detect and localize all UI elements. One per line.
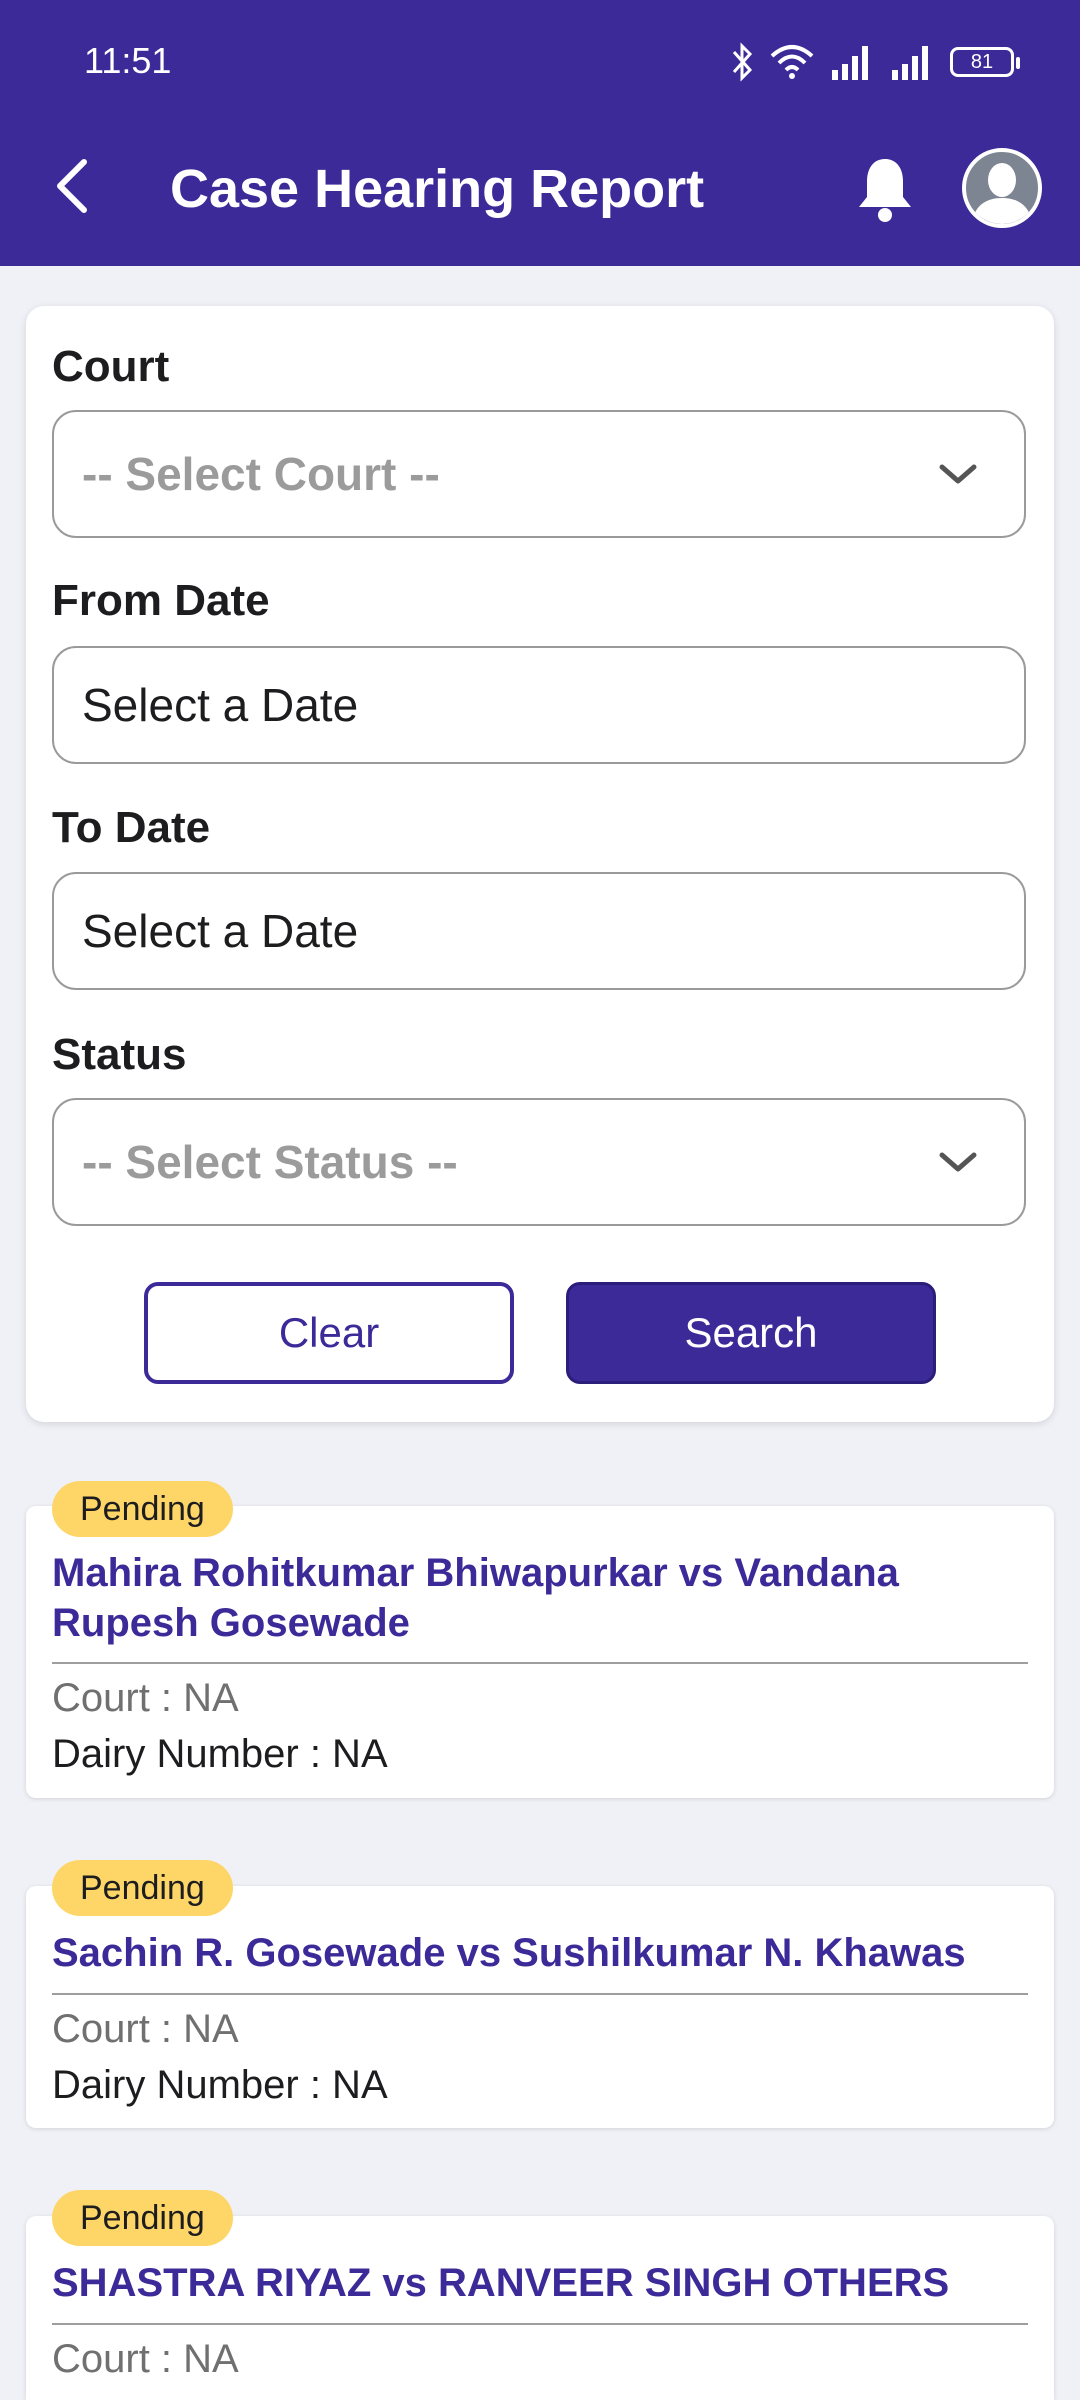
case-court: Court : NA [52,2007,239,2051]
wifi-icon [770,45,814,79]
bell-icon [859,159,911,222]
to-date-label: To Date [52,803,211,852]
avatar[interactable] [962,148,1042,228]
signal-icon-2 [892,46,928,80]
chevron-down-icon [939,1152,977,1172]
status-select[interactable]: -- Select Status -- [52,1098,1026,1226]
status-icons: 81 [730,40,1020,84]
status-bar: 11:51 81 [0,0,1080,120]
case-court: Court : NA [52,2337,239,2381]
status-badge: Pending [52,1481,233,1537]
search-button[interactable]: Search [566,1282,936,1384]
status-time: 11:51 [84,40,172,81]
status-badge: Pending [52,2190,233,2246]
case-dairy-number: Dairy Number : NA [52,1732,388,1776]
signal-icon-1 [832,46,868,80]
page-title: Case Hearing Report [170,159,705,219]
status-placeholder: -- Select Status -- [82,1136,458,1188]
user-icon [972,163,1032,224]
case-dairy-number: Dairy Number : NA [52,2063,388,2107]
to-date-value: Select a Date [82,905,359,957]
clear-button[interactable]: Clear [144,1282,514,1384]
back-arrow-icon [57,159,87,213]
from-date-label: From Date [52,576,270,625]
battery-icon: 81 [950,47,1020,77]
court-label: Court [52,342,170,391]
chevron-down-icon [939,464,977,484]
case-court: Court : NA [52,1676,239,1720]
to-date-field[interactable]: Select a Date [52,872,1026,990]
court-placeholder: -- Select Court -- [82,448,440,500]
status-label: Status [52,1030,187,1079]
app-header: 11:51 81 Case Hearing Report [0,0,1080,266]
court-select[interactable]: -- Select Court -- [52,410,1026,538]
notifications-button[interactable] [850,150,920,230]
from-date-value: Select a Date [82,679,359,731]
case-title[interactable]: Mahira Rohitkumar Bhiwapurkar vs Vandana… [52,1548,1028,1648]
back-button[interactable] [44,150,100,222]
divider [52,1662,1028,1664]
case-title[interactable]: Sachin R. Gosewade vs Sushilkumar N. Kha… [52,1928,1028,1978]
filter-card: Court -- Select Court -- From Date Selec… [26,306,1054,1422]
divider [52,2323,1028,2325]
divider [52,1993,1028,1995]
case-title[interactable]: SHASTRA RIYAZ vs RANVEER SINGH OTHERS [52,2258,1028,2308]
bluetooth-icon [732,42,753,82]
from-date-field[interactable]: Select a Date [52,646,1026,764]
status-badge: Pending [52,1860,233,1916]
